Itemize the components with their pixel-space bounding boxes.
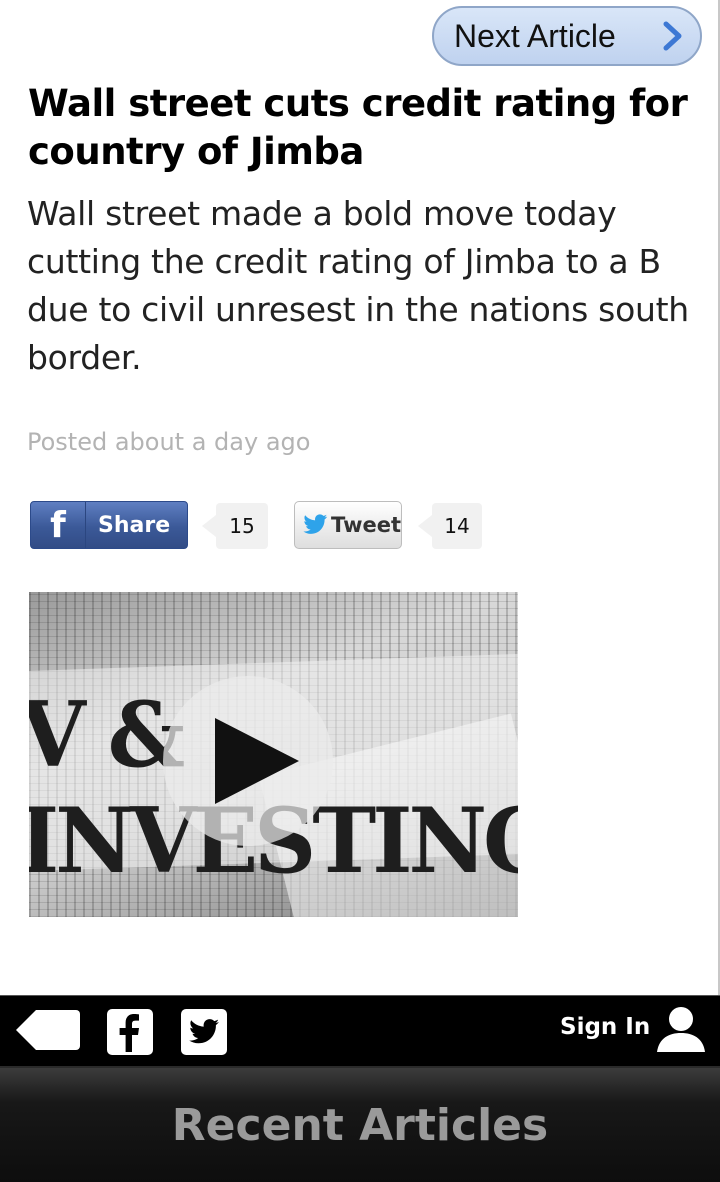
facebook-share-button[interactable]: f Share <box>30 501 188 549</box>
next-article-button[interactable]: Next Article <box>432 6 702 66</box>
tweet-button[interactable]: Tweet <box>294 501 402 549</box>
facebook-f-icon: f <box>31 502 86 548</box>
twitter-icon[interactable] <box>180 1008 228 1056</box>
next-article-label: Next Article <box>454 17 616 54</box>
back-icon[interactable] <box>14 1008 82 1052</box>
recent-articles-bar[interactable]: Recent Articles <box>0 1066 720 1182</box>
play-button[interactable] <box>163 676 333 846</box>
play-icon <box>215 718 299 804</box>
facebook-icon[interactable] <box>106 1008 154 1056</box>
video-thumbnail[interactable]: V & INVESTING <box>29 592 518 917</box>
tweet-label: Tweet <box>331 513 401 537</box>
recent-articles-label: Recent Articles <box>171 1100 549 1151</box>
bottom-toolbar: Sign In <box>0 995 720 1066</box>
chevron-right-icon <box>663 21 682 51</box>
share-count: 15 <box>202 503 268 549</box>
posted-time: Posted about a day ago <box>27 428 311 456</box>
twitter-bird-icon <box>303 514 328 534</box>
share-label: Share <box>98 512 171 538</box>
article-title: Wall street cuts credit rating for count… <box>28 82 688 173</box>
tweet-count: 14 <box>418 503 482 549</box>
sign-in-link[interactable]: Sign In <box>560 1014 650 1040</box>
article-summary: Wall street made a bold move today cutti… <box>27 194 689 377</box>
user-icon[interactable] <box>655 1006 707 1052</box>
